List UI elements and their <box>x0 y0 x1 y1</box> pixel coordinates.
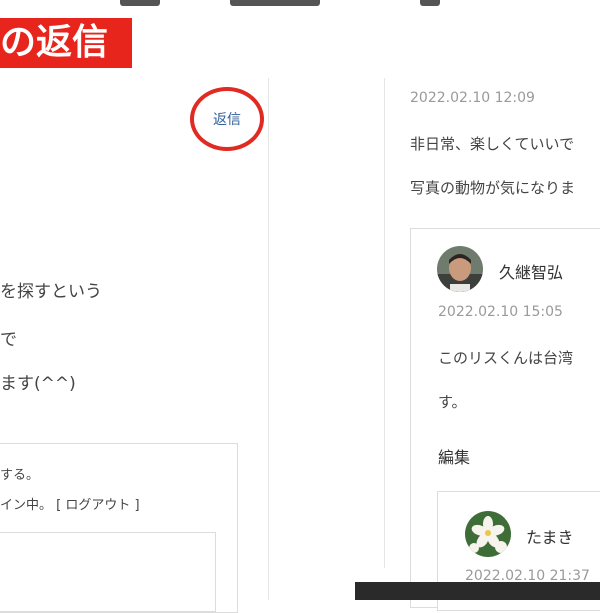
flower-photo-icon <box>465 511 511 557</box>
person-photo-icon <box>437 246 483 292</box>
login-status: イン中。 [ ログアウト ] <box>0 494 140 513</box>
logout-link[interactable]: [ ログアウト ] <box>56 498 139 513</box>
login-status-text: イン中。 <box>0 498 53 513</box>
comment-text-line: 非日常、楽しくていいで <box>410 135 575 153</box>
reply-text-line: す。 <box>438 393 467 411</box>
comment-text-line: を探すという <box>0 282 102 302</box>
comment-text-line: で <box>0 330 17 350</box>
column-divider <box>384 78 385 568</box>
bottom-overlay-bar <box>355 582 600 600</box>
reply-author: 久継智弘 <box>499 263 564 282</box>
column-divider <box>268 78 269 600</box>
cropped-glyph <box>120 0 160 6</box>
cropped-glyph <box>420 0 440 6</box>
reply-button[interactable]: 返信 <box>190 87 264 151</box>
reply-text-line: このリスくんは台湾 <box>438 349 574 367</box>
top-partial-strip <box>0 0 600 8</box>
nested-reply-author: たまき <box>526 528 574 547</box>
comment-timestamp: 2022.02.10 12:09 <box>410 90 535 106</box>
comment-text-line: 写真の動物が気になりま <box>410 179 576 197</box>
reply-timestamp: 2022.02.10 15:05 <box>438 304 563 320</box>
reply-form-note: する。 <box>0 468 40 483</box>
cropped-glyph <box>230 0 320 6</box>
comment-textarea[interactable] <box>0 532 216 612</box>
section-heading: の返信 <box>0 22 109 63</box>
comment-text-line: ます(^^) <box>0 374 76 394</box>
edit-link[interactable]: 編集 <box>438 444 470 468</box>
